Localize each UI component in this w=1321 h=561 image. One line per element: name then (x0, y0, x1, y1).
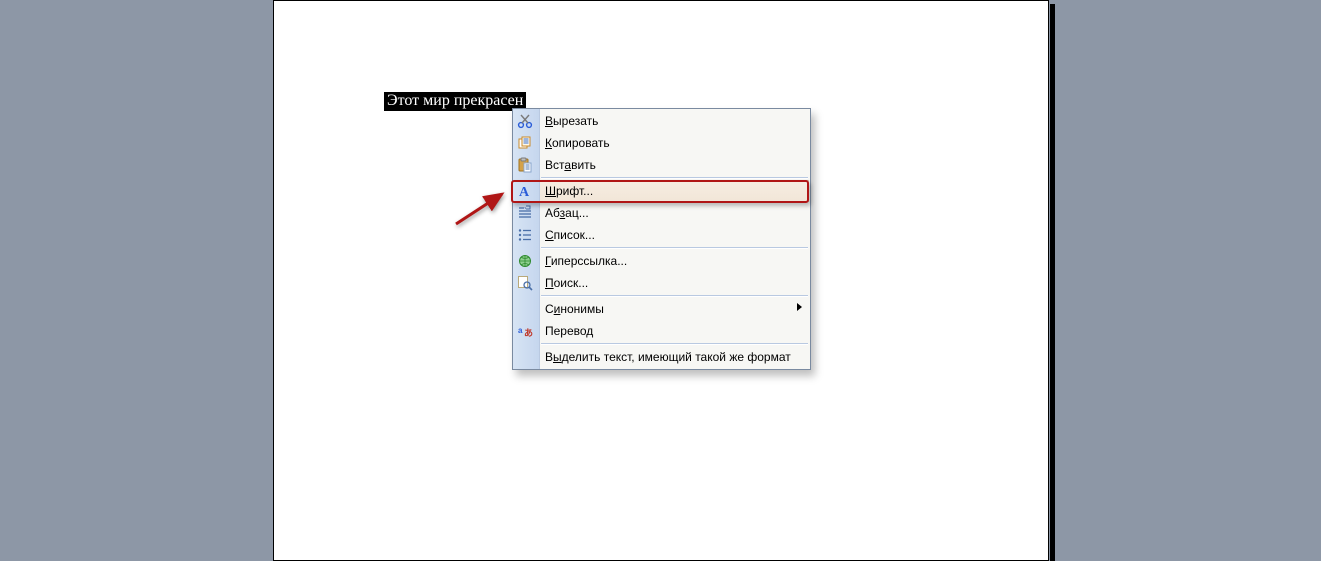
paragraph-icon (516, 204, 534, 222)
menu-item-label: Гиперссылка... (545, 250, 627, 272)
hyperlink-icon (516, 252, 534, 270)
menu-item-label: Вставить (545, 154, 596, 176)
svg-text:A: A (519, 185, 530, 199)
menu-separator (541, 247, 808, 249)
menu-item-translate[interactable]: a あ Перевод (513, 320, 810, 342)
paste-icon (516, 156, 534, 174)
menu-item-font[interactable]: A Шрифт... (513, 180, 810, 202)
copy-icon (516, 134, 534, 152)
menu-item-label: Абзац... (545, 202, 589, 224)
font-icon: A (516, 182, 534, 200)
blank-icon (516, 300, 534, 318)
menu-separator (541, 343, 808, 345)
menu-item-synonyms[interactable]: Синонимы (513, 298, 810, 320)
menu-item-cut[interactable]: Вырезать (513, 110, 810, 132)
cut-icon (516, 112, 534, 130)
page-shadow (1050, 4, 1055, 561)
list-icon (516, 226, 534, 244)
menu-item-paragraph[interactable]: Абзац... (513, 202, 810, 224)
menu-item-label: Шрифт... (545, 180, 593, 202)
menu-item-find[interactable]: Поиск... (513, 272, 810, 294)
menu-item-paste[interactable]: Вставить (513, 154, 810, 176)
translate-icon: a あ (516, 322, 534, 340)
menu-item-label: Список... (545, 224, 595, 246)
menu-item-label: Вырезать (545, 110, 598, 132)
svg-text:a: a (518, 326, 523, 335)
svg-text:あ: あ (524, 328, 533, 338)
menu-separator (541, 295, 808, 297)
menu-item-label: Выделить текст, имеющий такой же формат (545, 346, 791, 368)
context-menu: Вырезать Копировать (512, 108, 811, 370)
menu-item-select-same-format[interactable]: Выделить текст, имеющий такой же формат (513, 346, 810, 368)
menu-item-hyperlink[interactable]: Гиперссылка... (513, 250, 810, 272)
find-icon (516, 274, 534, 292)
blank-icon (516, 348, 534, 366)
submenu-arrow-icon (797, 303, 802, 311)
menu-item-label: Синонимы (545, 298, 604, 320)
menu-item-label: Перевод (545, 320, 593, 342)
menu-item-copy[interactable]: Копировать (513, 132, 810, 154)
menu-item-list[interactable]: Список... (513, 224, 810, 246)
selected-text[interactable]: Этот мир прекрасен (384, 92, 526, 111)
menu-item-label: Поиск... (545, 272, 588, 294)
menu-item-label: Копировать (545, 132, 610, 154)
menu-separator (541, 177, 808, 179)
